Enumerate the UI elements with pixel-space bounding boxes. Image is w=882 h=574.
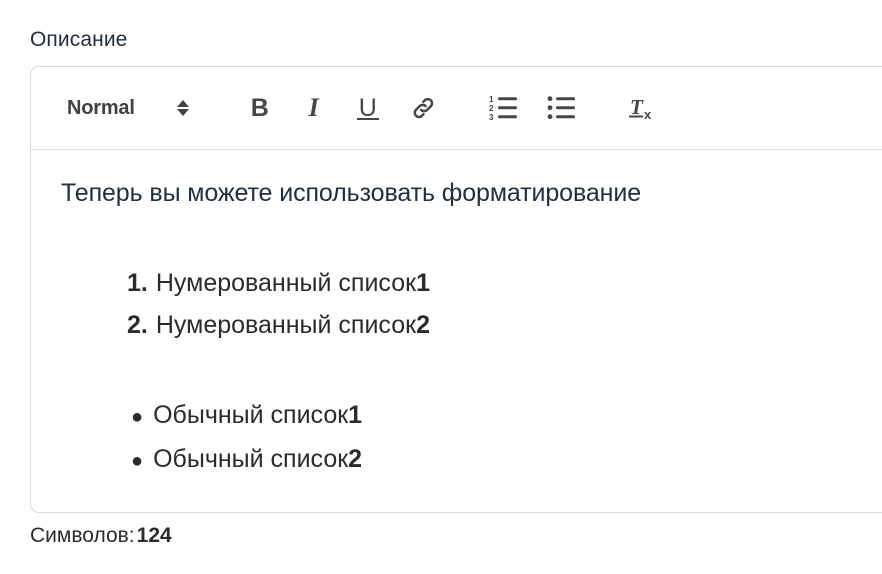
- ordered-list: 1. Нумерованный список 1 2. Нумерованный…: [31, 262, 882, 346]
- format-picker[interactable]: Normal: [67, 96, 191, 120]
- underline-icon: U: [358, 93, 377, 122]
- list-item: ● Обычный список 1: [31, 394, 882, 438]
- list-item-text: Обычный список: [153, 445, 349, 473]
- rich-text-editor: Normal B I U 1 2 3 T x Теперь вы можете …: [30, 66, 882, 513]
- list-marker: 2.: [127, 311, 148, 339]
- list-item-number: 2: [348, 445, 363, 473]
- bullet-list-icon: [547, 95, 577, 121]
- link-icon: [410, 94, 438, 122]
- italic-icon: I: [308, 93, 319, 122]
- list-item-text: Нумерованный список: [155, 269, 417, 297]
- document-paragraph: Теперь вы можете использовать форматиров…: [61, 179, 642, 207]
- list-item: 2. Нумерованный список 2: [31, 304, 882, 346]
- editor-content-area[interactable]: Теперь вы можете использовать форматиров…: [31, 150, 882, 482]
- clear-formatting-button[interactable]: T x: [627, 91, 661, 125]
- bold-button[interactable]: B: [247, 91, 273, 125]
- character-counter-value: 124: [136, 524, 172, 547]
- list-item: ● Обычный список 2: [31, 438, 882, 482]
- list-item: 1. Нумерованный список 1: [31, 262, 882, 304]
- underline-button[interactable]: U: [355, 91, 381, 125]
- list-item-text: Нумерованный список: [155, 311, 417, 339]
- bullet-marker: ●: [131, 450, 144, 472]
- svg-text:x: x: [644, 107, 652, 122]
- link-button[interactable]: [409, 93, 439, 123]
- list-item-text: Обычный список: [153, 401, 349, 429]
- bulleted-list: ● Обычный список 1 ● Обычный список 2: [31, 394, 882, 482]
- italic-button[interactable]: I: [301, 91, 327, 125]
- list-item-number: 1: [348, 401, 363, 429]
- format-picker-value: Normal: [67, 96, 135, 119]
- ordered-list-icon: 1 2 3: [489, 95, 519, 121]
- list-item-number: 2: [416, 311, 430, 339]
- bold-icon: B: [250, 93, 269, 122]
- bullet-list-button[interactable]: [547, 94, 577, 122]
- bullet-marker: ●: [131, 406, 144, 428]
- svg-text:1: 1: [489, 95, 494, 104]
- svg-text:3: 3: [489, 113, 494, 121]
- list-item-number: 1: [416, 269, 430, 297]
- page-title: Описание: [30, 28, 128, 51]
- ordered-list-button[interactable]: 1 2 3: [489, 94, 519, 122]
- character-counter: Символов:124: [30, 522, 172, 550]
- svg-text:2: 2: [489, 104, 494, 113]
- character-counter-label: Символов:: [30, 524, 135, 547]
- stepper-up-down-icon[interactable]: [175, 96, 191, 120]
- editor-toolbar: Normal B I U 1 2 3 T x: [31, 67, 882, 150]
- svg-text:T: T: [630, 95, 644, 119]
- description-field-panel: Описание Normal B I U 1 2 3 T x Теперь в…: [0, 0, 882, 574]
- clear-formatting-icon: T x: [627, 92, 661, 124]
- list-marker: 1.: [127, 269, 148, 297]
